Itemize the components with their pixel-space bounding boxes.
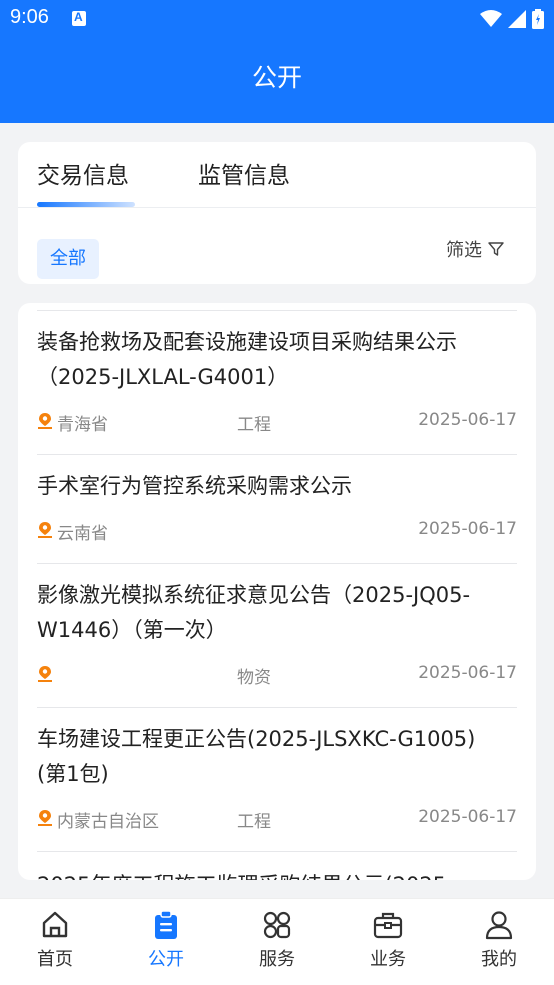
list-item[interactable]: 影像激光模拟系统征求意见公告（2025-JQ05- W1446）（第一次） bbox=[37, 578, 517, 648]
item-title: 装备抢救场及配套设施建设项目采购结果公示 bbox=[37, 330, 457, 354]
apps-icon bbox=[263, 911, 291, 939]
nav-home-label: 首页 bbox=[37, 949, 73, 970]
item-meta: 物资 2025-06-17 bbox=[37, 663, 517, 688]
item-province: 云南省 bbox=[57, 524, 108, 544]
location-pin-icon bbox=[38, 666, 52, 682]
tab-supervision-info[interactable]: 监管信息 bbox=[198, 156, 290, 190]
item-category: 工程 bbox=[237, 415, 271, 435]
item-title-cont: （2025-JLXLAL-G4001） bbox=[37, 365, 289, 389]
item-title: 手术室行为管控系统采购需求公示 bbox=[37, 474, 352, 498]
nav-home[interactable]: 首页 bbox=[15, 909, 95, 971]
list-item[interactable]: 车场建设工程更正公告(2025-JLSXKC-G1005) (第1包) bbox=[37, 722, 517, 792]
notice-list: 装备抢救场及配套设施建设项目采购结果公示 （2025-JLXLAL-G4001）… bbox=[18, 303, 536, 880]
nav-service[interactable]: 服务 bbox=[237, 909, 317, 971]
status-icons bbox=[480, 8, 544, 30]
list-divider bbox=[37, 851, 517, 852]
home-icon bbox=[42, 911, 68, 938]
battery-icon bbox=[532, 9, 544, 29]
item-date: 2025-06-17 bbox=[418, 807, 517, 827]
filter-button[interactable]: 筛选 bbox=[446, 236, 504, 262]
tab-card: 交易信息 监管信息 全部 筛选 bbox=[18, 142, 536, 284]
list-divider bbox=[37, 707, 517, 708]
list-divider bbox=[37, 310, 517, 311]
app-header: 9:06 公开 bbox=[0, 0, 554, 123]
list-divider bbox=[37, 563, 517, 564]
item-category: 物资 bbox=[237, 668, 271, 688]
item-title: 影像激光模拟系统征求意见公告（2025-JQ05- bbox=[37, 583, 471, 607]
nav-business[interactable]: 业务 bbox=[348, 909, 428, 971]
tab-trade-info[interactable]: 交易信息 bbox=[37, 156, 129, 190]
status-time: 9:06 bbox=[10, 6, 49, 28]
tab-divider bbox=[18, 207, 536, 208]
location-pin-icon bbox=[38, 413, 52, 429]
user-icon bbox=[485, 911, 513, 940]
item-meta: 青海省 工程 2025-06-17 bbox=[37, 410, 517, 435]
item-province: 内蒙古自治区 bbox=[57, 812, 159, 832]
filter-chip-all[interactable]: 全部 bbox=[37, 239, 99, 279]
signal-icon bbox=[508, 10, 526, 28]
location-pin-icon bbox=[38, 522, 52, 538]
wifi-icon bbox=[480, 10, 502, 27]
list-divider bbox=[37, 454, 517, 455]
briefcase-icon bbox=[373, 912, 403, 939]
list-item[interactable]: 手术室行为管控系统采购需求公示 bbox=[37, 469, 517, 504]
filter-label: 筛选 bbox=[446, 240, 482, 261]
nav-business-label: 业务 bbox=[370, 949, 406, 970]
page-title: 公开 bbox=[251, 63, 302, 92]
nav-service-label: 服务 bbox=[259, 949, 295, 970]
status-bar: 9:06 bbox=[0, 0, 554, 38]
item-title-cont: W1446）（第一次） bbox=[37, 618, 227, 642]
item-date: 2025-06-17 bbox=[418, 410, 517, 430]
bottom-nav: 首页 公开 服务 业务 我的 bbox=[0, 898, 554, 985]
item-province: 青海省 bbox=[57, 415, 108, 435]
list-item-partial[interactable]: 2025年度工程施工监理采购结果公示(2025- bbox=[37, 869, 454, 880]
clipboard-icon bbox=[155, 910, 177, 939]
item-title-cont: (第1包) bbox=[37, 762, 109, 786]
funnel-icon bbox=[488, 242, 504, 256]
nav-mine-label: 我的 bbox=[481, 949, 517, 970]
item-date: 2025-06-17 bbox=[418, 519, 517, 539]
nav-public-label: 公开 bbox=[148, 949, 184, 970]
location-pin-icon bbox=[38, 810, 52, 826]
item-title: 车场建设工程更正公告(2025-JLSXKC-G1005) bbox=[37, 727, 476, 751]
item-meta: 云南省 2025-06-17 bbox=[37, 519, 517, 544]
item-category: 工程 bbox=[237, 812, 271, 832]
item-date: 2025-06-17 bbox=[418, 663, 517, 683]
notification-a-icon bbox=[72, 10, 86, 26]
list-item[interactable]: 装备抢救场及配套设施建设项目采购结果公示 （2025-JLXLAL-G4001） bbox=[37, 325, 517, 395]
nav-public[interactable]: 公开 bbox=[126, 909, 206, 971]
item-meta: 内蒙古自治区 工程 2025-06-17 bbox=[37, 807, 517, 832]
nav-mine[interactable]: 我的 bbox=[459, 909, 539, 971]
